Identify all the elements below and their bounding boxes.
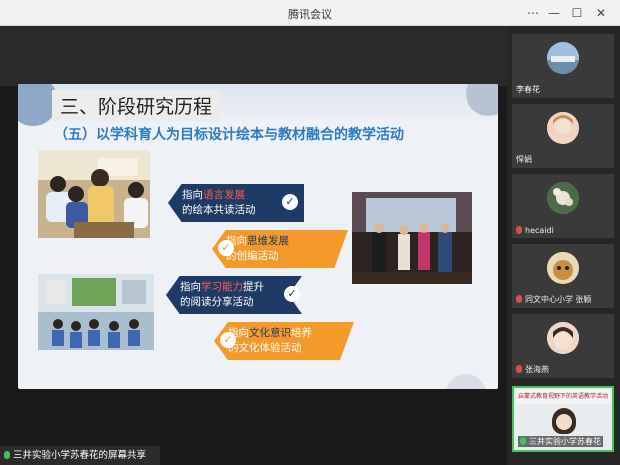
participant-tile-active[interactable]: 启蒙式教育视野下的英语教学活动 三井实验小学苏春花 [512, 386, 614, 452]
screen-share-label: 三井实验小学苏春花的屏幕共享 [0, 446, 160, 465]
maximize-icon[interactable]: ☐ [568, 4, 586, 22]
avatar [547, 322, 579, 354]
banner-line2: 的文化体验活动 [228, 342, 302, 354]
screen-share-icon [4, 451, 10, 459]
activity-banner-3: 指向学习能力提升 的阅读分享活动 [166, 276, 302, 314]
avatar [547, 42, 579, 74]
check-icon: ✓ [282, 194, 298, 210]
mic-muted-icon [516, 365, 522, 373]
shared-screen-top-band [0, 26, 507, 86]
minimize-icon[interactable]: — [545, 4, 563, 22]
participant-name: 悍娟 [516, 155, 532, 164]
participant-tile[interactable]: 李春花 [512, 34, 614, 98]
mic-muted-icon [516, 295, 522, 303]
pin-icon[interactable]: ⋯ [524, 4, 542, 22]
banner-highlight: 学习能力 [201, 281, 243, 293]
banner-prefix: 指向 [180, 281, 201, 293]
slide-subheading: （五）以学科育人为目标设计绘本与教材融合的教学活动 [54, 127, 404, 143]
decor-circle [446, 374, 486, 389]
participant-name: 三井实验小学苏春花 [518, 436, 603, 447]
participant-name: hecaidi [516, 226, 554, 235]
banner-suffix: 培养 [291, 327, 312, 339]
participant-name: 张海燕 [516, 364, 549, 375]
mic-muted-icon [516, 226, 522, 234]
banner-suffix: 提升 [243, 281, 264, 293]
screen-share-text: 三井实验小学苏春花的屏幕共享 [13, 450, 147, 461]
participant-name: 同文中心小学 张颖 [516, 294, 592, 305]
check-icon: ✓ [284, 286, 300, 302]
check-icon: ✓ [220, 332, 236, 348]
check-icon: ✓ [218, 240, 234, 256]
video-person-face [556, 414, 572, 430]
mic-active-icon [520, 437, 526, 445]
avatar [547, 112, 579, 144]
slide-heading: 三、阶段研究历程 [52, 90, 221, 121]
banner-prefix: 指向 [182, 189, 203, 201]
title-bar: 腾讯会议 ⋯ — ☐ ✕ [0, 0, 620, 26]
photo-stage-performance [352, 192, 472, 284]
banner-highlight: 文化意识 [249, 327, 291, 339]
participant-name: 李春花 [516, 85, 540, 94]
photo-classroom-reading [38, 150, 150, 238]
participant-tile[interactable]: hecaidi [512, 174, 614, 238]
banner-highlight: 语言发展 [203, 189, 245, 201]
participant-tile[interactable]: 悍娟 [512, 104, 614, 168]
banner-line2: 的创编活动 [226, 250, 279, 262]
banner-line2: 的阅读分享活动 [180, 296, 254, 308]
avatar [547, 182, 579, 214]
slide: 三、阶段研究历程 （五）以学科育人为目标设计绘本与教材融合的教学活动 指向语言发… [18, 84, 498, 389]
video-banner-text: 启蒙式教育视野下的英语教学活动 [516, 390, 610, 404]
close-icon[interactable]: ✕ [592, 4, 610, 22]
banner-highlight: 思维发展 [247, 235, 289, 247]
avatar [547, 252, 579, 284]
participant-tile[interactable]: 张海燕 [512, 314, 614, 378]
photo-classroom-sharing [38, 264, 154, 350]
participant-tile[interactable]: 同文中心小学 张颖 [512, 244, 614, 308]
